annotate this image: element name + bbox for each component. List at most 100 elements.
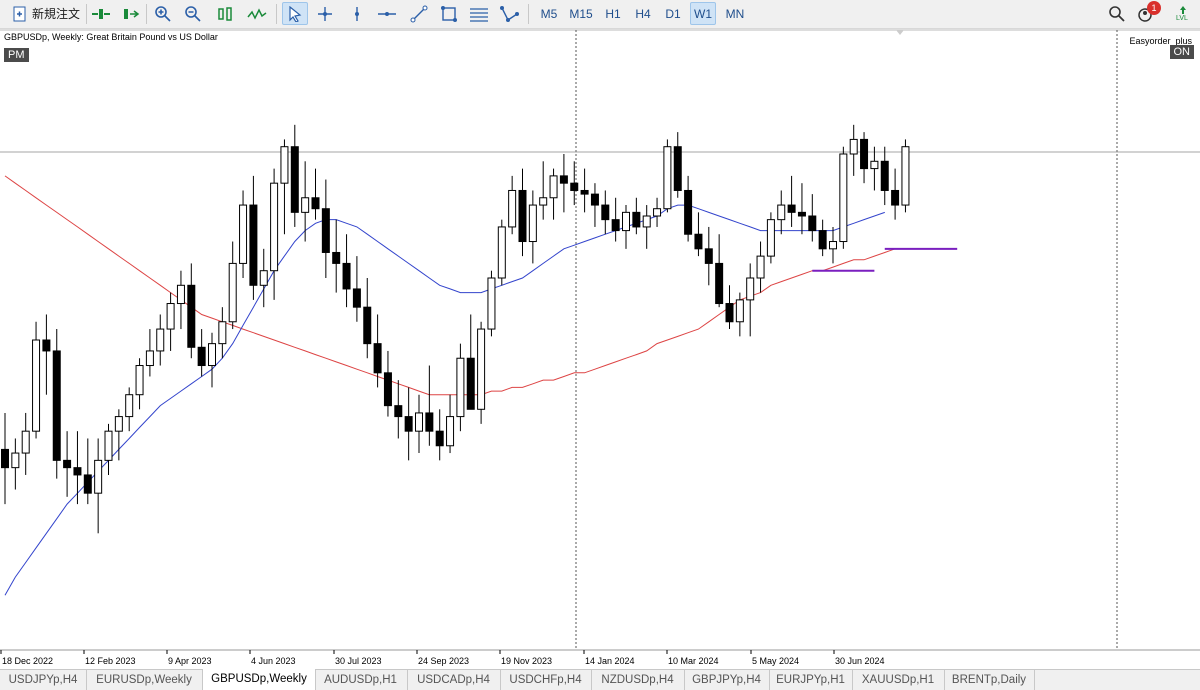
chart-tab[interactable]: USDCHFp,H4	[500, 670, 592, 690]
candle-body	[187, 284, 196, 348]
horizontal-line-icon[interactable]	[374, 2, 400, 25]
indicators-icon[interactable]	[244, 2, 270, 25]
candle-body	[818, 230, 827, 250]
candle-body	[508, 189, 517, 228]
candle-body	[415, 412, 423, 432]
candle-body	[125, 394, 134, 418]
candle-body	[601, 204, 610, 221]
candle-body	[342, 262, 351, 290]
timeframe-label: M15	[569, 6, 593, 21]
candle-body	[528, 204, 537, 243]
chart-tab[interactable]: USDCADp,H4	[407, 670, 501, 690]
shift-marker	[896, 30, 904, 35]
candle-body	[756, 255, 765, 279]
candle-body	[901, 146, 910, 206]
candle-body	[839, 153, 848, 243]
search-icon[interactable]	[1104, 2, 1130, 25]
timeframe-m15-button[interactable]: M15	[566, 2, 596, 25]
x-axis-label: 5 May 2024	[752, 656, 799, 666]
chart-tab[interactable]: AUDUSDp,H1	[314, 670, 408, 690]
candle-body	[373, 343, 382, 374]
trend-line-icon[interactable]	[406, 2, 432, 25]
candle-body	[497, 226, 506, 279]
crosshair-icon[interactable]	[312, 2, 338, 25]
x-axis-label: 30 Jun 2024	[835, 656, 885, 666]
candle-body	[891, 189, 900, 206]
cursor-icon[interactable]	[282, 2, 308, 25]
candle-body	[280, 146, 289, 184]
candle-body	[777, 204, 786, 221]
timeframe-label: M5	[540, 6, 558, 21]
candle-body	[684, 189, 693, 235]
ma-fast-line	[4, 204, 885, 596]
x-axis-label: 14 Jan 2024	[585, 656, 635, 666]
timeframe-d1-button[interactable]: D1	[660, 2, 686, 25]
chart-tab[interactable]: GBPUSDp,Weekly	[202, 669, 316, 690]
candle-body	[663, 146, 672, 210]
zoom-in-icon[interactable]	[150, 2, 176, 25]
candle-body	[735, 299, 744, 323]
candle-body	[539, 197, 548, 206]
candle-body	[394, 405, 403, 418]
candle-body	[32, 339, 41, 432]
shapes-icon[interactable]	[496, 2, 522, 25]
candle-body	[559, 175, 568, 184]
timeframe-h4-button[interactable]: H4	[630, 2, 656, 25]
candle-body	[456, 357, 465, 418]
vertical-line-icon[interactable]	[344, 2, 370, 25]
x-axis-label: 12 Feb 2023	[85, 656, 136, 666]
chart-tab[interactable]: USDJPYp,H4	[0, 670, 87, 690]
candle-body	[94, 459, 103, 494]
candle-body	[321, 208, 330, 253]
timeframe-label: W1	[694, 6, 712, 21]
x-axis-label: 19 Nov 2023	[501, 656, 552, 666]
timeframe-label: D1	[665, 6, 681, 21]
rectangle-icon[interactable]	[436, 2, 462, 25]
candle-body	[176, 284, 185, 305]
pm-badge: PM	[4, 48, 29, 62]
price-chart[interactable]: 18 Dec 2022 12 Feb 2023 9 Apr 2023 4 Jun 20…	[0, 29, 1200, 669]
chart-tab[interactable]: BRENTp,Daily	[944, 670, 1035, 690]
timeframe-m5-button[interactable]: M5	[536, 2, 562, 25]
chart-tabs: USDJPYp,H4 EURUSDp,Weekly GBPUSDp,Weekly AU…	[0, 669, 1200, 690]
candle-body	[228, 262, 237, 323]
chart-tab[interactable]: NZDUSDp,H4	[591, 670, 685, 690]
candle-body	[52, 350, 61, 461]
timeframe-h1-button[interactable]: H1	[600, 2, 626, 25]
candle-body	[352, 288, 361, 308]
candle-body	[83, 474, 92, 494]
toolbar: 新規注文 M5 M15 H1 H4 D1 W1 MN 1 LVL	[0, 0, 1200, 29]
candle-body	[797, 211, 806, 217]
timeframe-mn-button[interactable]: MN	[720, 2, 750, 25]
chart-tab[interactable]: XAUUSDp,H1	[852, 670, 945, 690]
notification-count-badge: 1	[1147, 1, 1161, 15]
zoom-out-icon[interactable]	[180, 2, 206, 25]
chart-tab[interactable]: GBPJPYp,H4	[684, 670, 770, 690]
chart-shift-icon[interactable]	[88, 2, 114, 25]
candle-body	[11, 452, 20, 469]
chart-tab[interactable]: EURJPYp,H1	[769, 670, 853, 690]
candle-body	[249, 204, 258, 286]
candle-body	[21, 430, 30, 454]
autoscroll-icon[interactable]	[118, 2, 144, 25]
candle-body	[880, 160, 889, 191]
candle-body	[435, 430, 444, 447]
new-order-button[interactable]: 新規注文	[8, 2, 84, 25]
candle-body	[611, 219, 620, 232]
x-axis-label: 18 Dec 2022	[2, 656, 53, 666]
candles-icon[interactable]	[212, 2, 238, 25]
notifications-icon[interactable]: 1	[1134, 1, 1161, 25]
candle-body	[580, 189, 589, 195]
x-axis-label: 9 Apr 2023	[168, 656, 212, 666]
timeframe-w1-button[interactable]: W1	[690, 2, 716, 25]
candle-body	[270, 182, 279, 272]
x-axis-label: 30 Jul 2023	[335, 656, 382, 666]
candle-body	[746, 277, 755, 301]
lvl-label: LVL	[1176, 15, 1188, 22]
candle-body	[73, 467, 82, 476]
chart-tab[interactable]: EURUSDp,Weekly	[86, 670, 203, 690]
chart-title: GBPUSDp, Weekly: Great Britain Pound vs …	[4, 32, 218, 42]
signal-level-icon[interactable]: LVL	[1170, 2, 1196, 25]
fibonacci-icon[interactable]	[466, 2, 492, 25]
expert-advisor-status[interactable]: ON	[1169, 45, 1194, 59]
